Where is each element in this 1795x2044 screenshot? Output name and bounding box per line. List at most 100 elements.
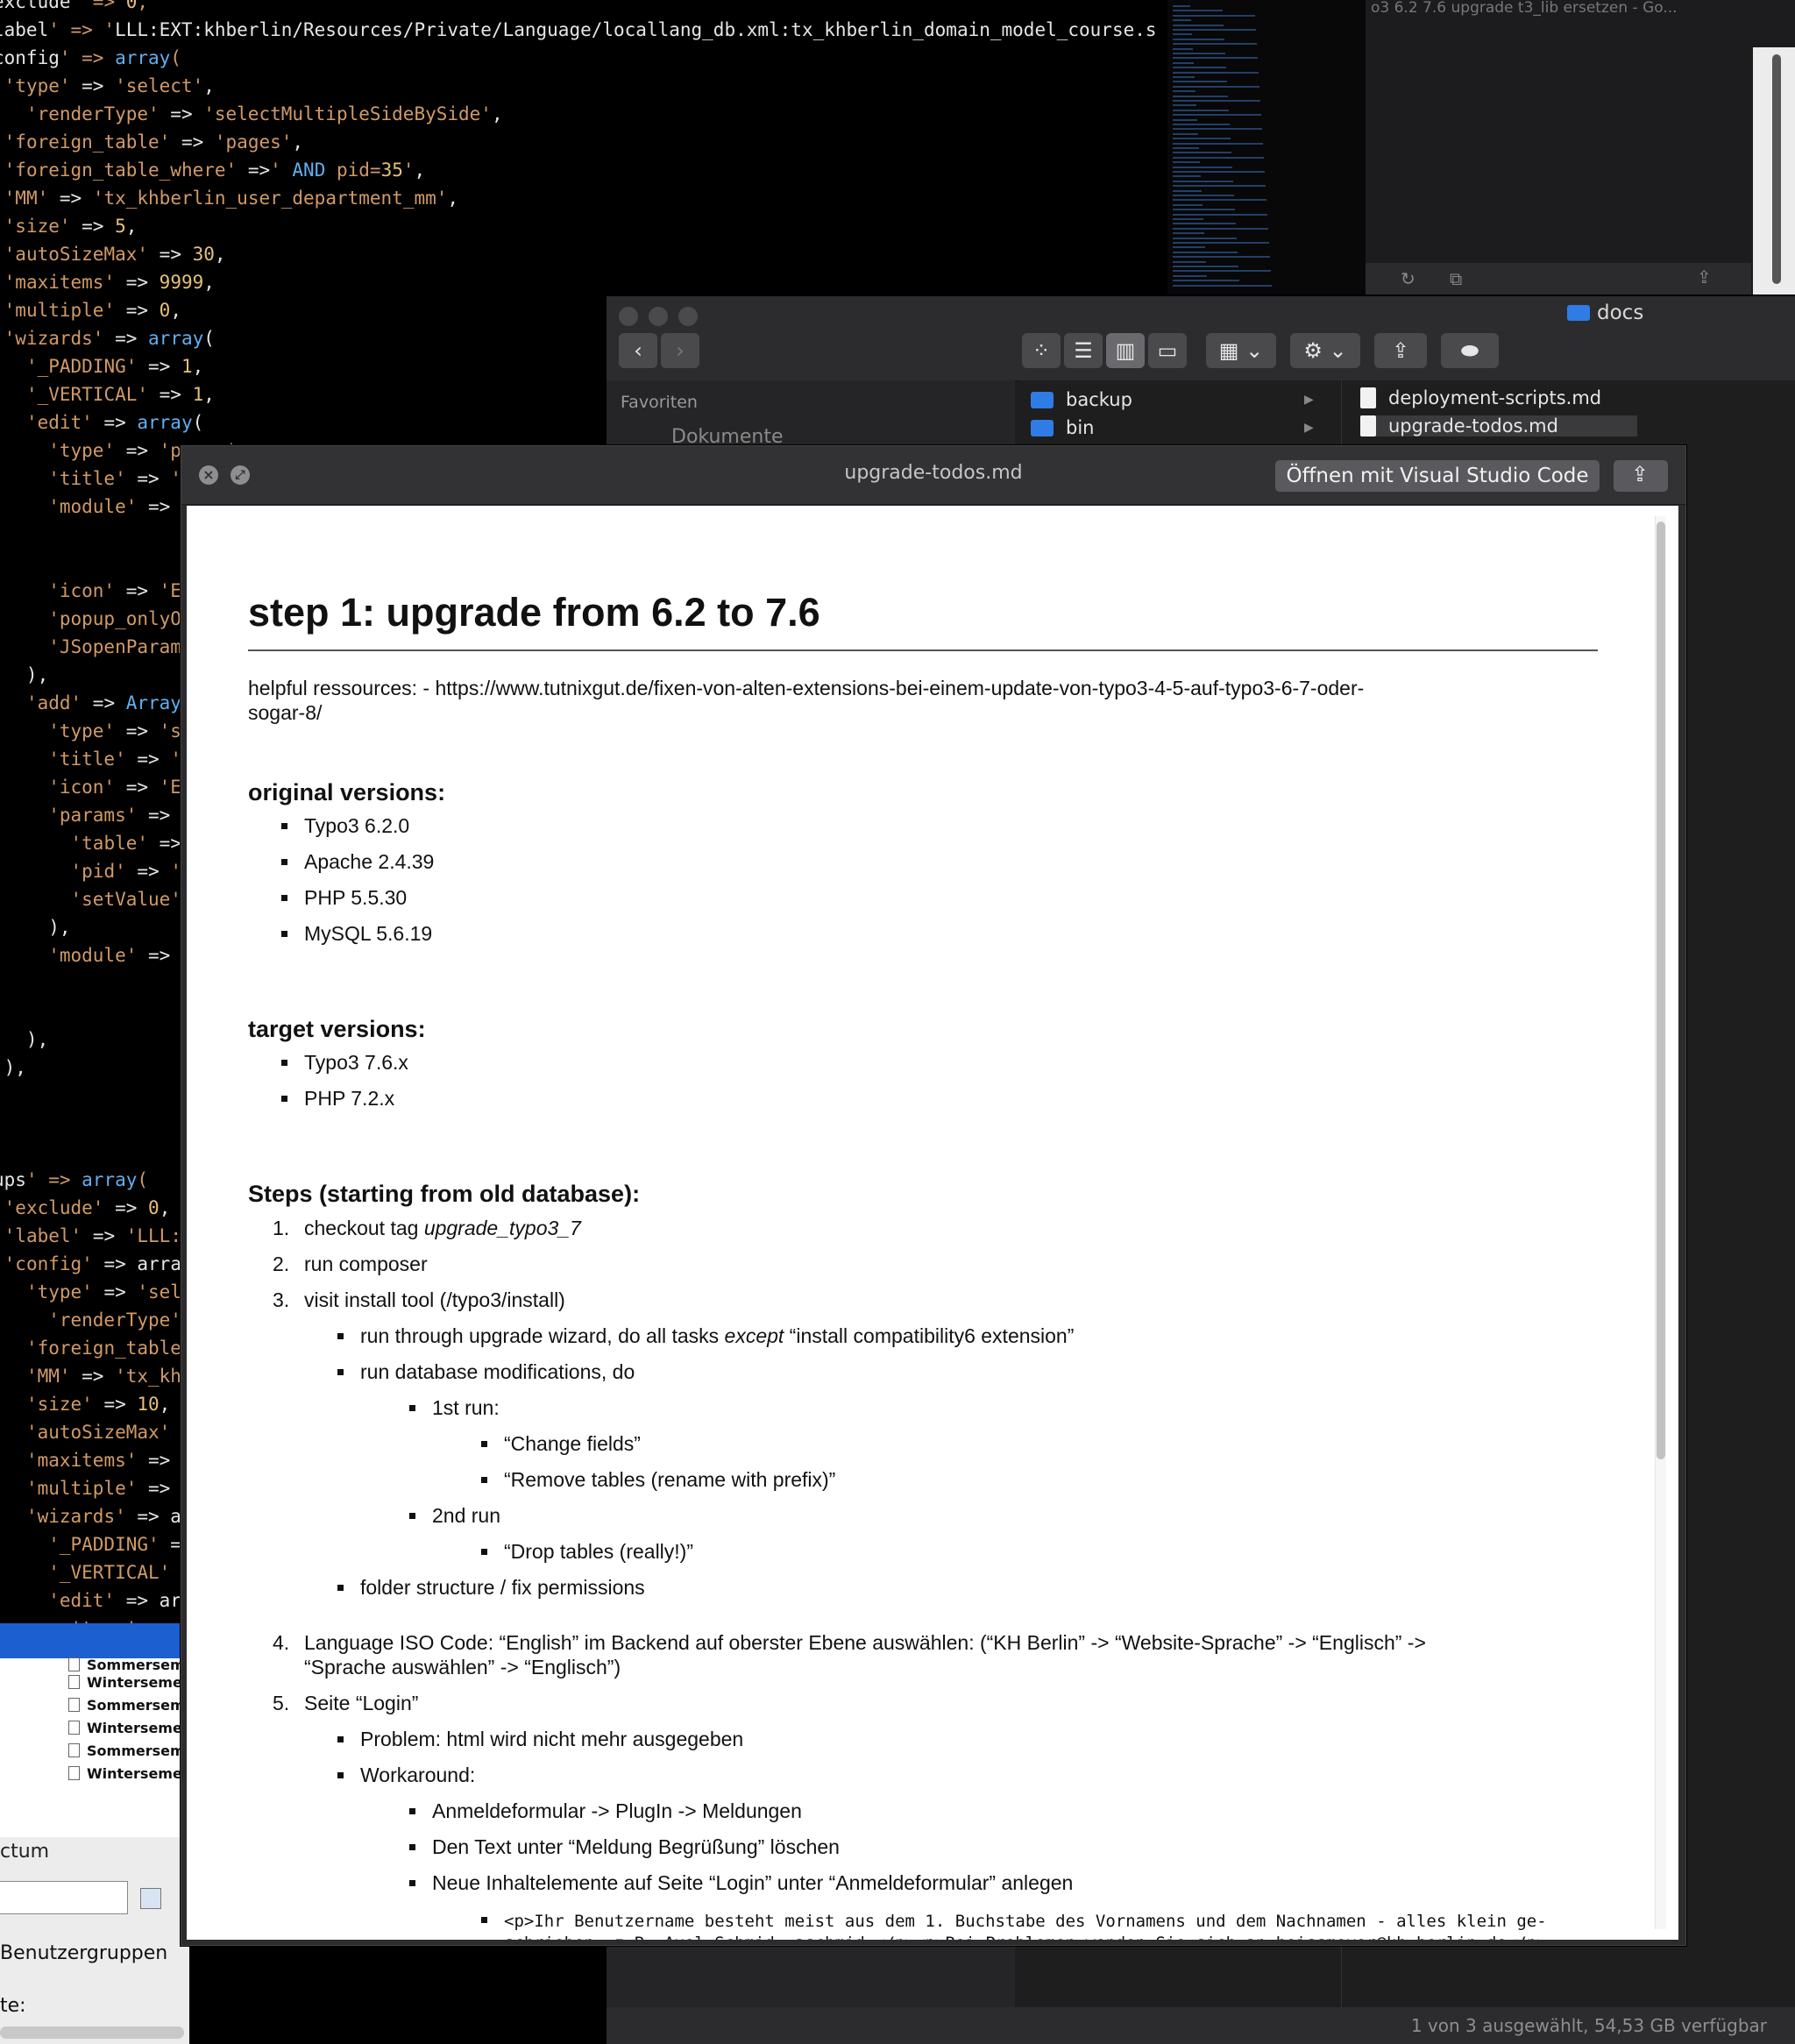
date-input[interactable] bbox=[0, 1881, 128, 1914]
minimap-line bbox=[1173, 43, 1257, 46]
finder-title-text: docs bbox=[1597, 302, 1644, 324]
share-icon[interactable]: ⇪ bbox=[1697, 266, 1712, 287]
file-item-selected[interactable]: upgrade-todos.md bbox=[1360, 415, 1637, 436]
minimap-line bbox=[1173, 218, 1203, 220]
minimap-line bbox=[1173, 147, 1199, 149]
quicklook-header: × ⤢ upgrade-todos.md Öffnen mit Visual S… bbox=[181, 446, 1685, 505]
heading-original-versions: original versions: bbox=[248, 779, 446, 806]
minimap-line bbox=[1173, 57, 1258, 60]
old-browser-window: Sommersemester Wintersemester Sommerseme… bbox=[0, 1623, 225, 2044]
minimap-line bbox=[1173, 100, 1260, 102]
minimap-line bbox=[1173, 180, 1233, 182]
semester-list[interactable]: Sommersemester Wintersemester Sommerseme… bbox=[0, 1657, 225, 1837]
finder-toolbar: docs ‹ › ⁘ ☰ ▥ ▭ ▦ ⌄ ⚙ ⌄ ⇪ ⬬ bbox=[607, 296, 1795, 381]
heading-rule bbox=[248, 649, 1598, 651]
code-continuation: schrieben, z.B. Axel Schmid: aschmid.</p… bbox=[504, 1931, 1547, 1940]
list-view-button[interactable]: ☰ bbox=[1064, 333, 1103, 368]
minimap-line bbox=[1173, 142, 1263, 145]
list-item: Den Text unter “Meldung Begrüßung” lösch… bbox=[409, 1835, 840, 1859]
minimap-line bbox=[1173, 118, 1197, 121]
reload-icon[interactable]: ↻ bbox=[1401, 268, 1415, 289]
file-name: upgrade-todos.md bbox=[1388, 415, 1558, 436]
list-item: run database modifications, do bbox=[337, 1360, 635, 1384]
zoom-window-button[interactable] bbox=[678, 307, 698, 326]
vertical-scrollbar[interactable] bbox=[1655, 516, 1666, 1929]
group-button[interactable]: ▦ ⌄ bbox=[1206, 333, 1276, 368]
calendar-icon[interactable] bbox=[140, 1888, 161, 1909]
minimap-line bbox=[1173, 227, 1268, 230]
icon-view-button[interactable]: ⁘ bbox=[1022, 333, 1061, 368]
browser-window: o3 6.2 7.6 upgrade t3_lib ersetzen - Go.… bbox=[1366, 0, 1795, 295]
column-view-button[interactable]: ▥ bbox=[1106, 333, 1145, 368]
minimap-line bbox=[1173, 128, 1262, 131]
tabs-icon[interactable]: ⧉ bbox=[1450, 268, 1462, 289]
helpful-resources-line: sogar-8/ bbox=[248, 701, 323, 724]
minimap-line bbox=[1173, 223, 1236, 225]
folder-item-backup[interactable]: backup bbox=[1031, 389, 1132, 410]
minimap-line bbox=[1173, 14, 1255, 17]
minimap-line bbox=[1173, 284, 1272, 287]
finder-title: docs bbox=[1567, 302, 1643, 324]
minimap-line bbox=[1173, 19, 1191, 22]
list-item: 3. visit install tool (/typo3/install) bbox=[273, 1288, 565, 1311]
list-item: 1. checkout tag upgrade_typo3_7 bbox=[273, 1217, 581, 1239]
minimap-line bbox=[1173, 38, 1224, 40]
back-button[interactable]: ‹ bbox=[619, 333, 657, 368]
minimap-line bbox=[1173, 195, 1234, 196]
list-item: “Remove tables (rename with prefix)” bbox=[481, 1468, 835, 1492]
list-item: “Drop tables (really!)” bbox=[481, 1540, 693, 1564]
editor-minimap[interactable] bbox=[1167, 0, 1366, 295]
close-window-button[interactable] bbox=[619, 307, 638, 326]
gallery-view-button[interactable]: ▭ bbox=[1148, 333, 1187, 368]
minimap-line bbox=[1173, 189, 1202, 192]
minimap-line bbox=[1173, 10, 1223, 12]
disclosure-arrow-icon: ▶ bbox=[1304, 393, 1314, 407]
share-button[interactable]: ⇪ bbox=[1374, 333, 1427, 368]
minimap-line bbox=[1173, 213, 1267, 216]
field-label: te: bbox=[0, 1995, 26, 2017]
doc-heading-1: step 1: upgrade from 6.2 to 7.6 bbox=[248, 590, 820, 635]
open-with-button[interactable]: Öffnen mit Visual Studio Code bbox=[1275, 460, 1600, 492]
browser-tab-title[interactable]: o3 6.2 7.6 upgrade t3_lib ersetzen - Go.… bbox=[1366, 0, 1795, 19]
browser-scrollbar[interactable] bbox=[1753, 47, 1795, 295]
browser-toolbar: ↻ ⧉ ⇪ bbox=[1366, 263, 1751, 295]
minimap-line bbox=[1173, 161, 1200, 164]
file-icon bbox=[1360, 387, 1376, 408]
folder-name: backup bbox=[1066, 389, 1132, 410]
minimap-line bbox=[1173, 203, 1203, 206]
scroll-thumb[interactable] bbox=[1657, 522, 1665, 1459]
list-item: run through upgrade wizard, do all tasks… bbox=[337, 1324, 1074, 1348]
minimap-line bbox=[1173, 114, 1261, 117]
selected-row-highlight bbox=[0, 1623, 189, 1658]
markdown-preview[interactable]: step 1: upgrade from 6.2 to 7.6 helpful … bbox=[187, 506, 1678, 1940]
file-item[interactable]: deployment-scripts.md bbox=[1360, 387, 1601, 408]
minimap-line bbox=[1173, 185, 1266, 188]
minimap-line bbox=[1173, 95, 1228, 97]
minimap-line bbox=[1173, 156, 1264, 159]
minimap-line bbox=[1173, 47, 1193, 50]
tag-button[interactable]: ⬬ bbox=[1441, 333, 1499, 368]
gear-icon[interactable]: ⚙ ⌄ bbox=[1290, 333, 1360, 368]
minimap-line bbox=[1173, 280, 1239, 282]
folder-item-bin[interactable]: bin bbox=[1031, 417, 1094, 438]
minimap-line bbox=[1173, 232, 1204, 235]
file-name: deployment-scripts.md bbox=[1388, 387, 1602, 408]
minimap-line bbox=[1173, 166, 1232, 168]
share-icon[interactable]: ⇪ bbox=[1614, 460, 1668, 492]
minimap-line bbox=[1173, 24, 1224, 26]
file-icon bbox=[1360, 415, 1376, 436]
minimap-line bbox=[1173, 5, 1190, 7]
quicklook-window: × ⤢ upgrade-todos.md Öffnen mit Visual S… bbox=[181, 445, 1686, 1946]
forward-button[interactable]: › bbox=[661, 333, 699, 368]
minimap-line bbox=[1173, 256, 1270, 259]
minimap-line bbox=[1173, 251, 1238, 253]
horizontal-scrollbar[interactable] bbox=[0, 2026, 184, 2039]
list-item: Typo3 6.2.0 bbox=[281, 814, 409, 838]
minimap-line bbox=[1173, 33, 1192, 36]
minimize-window-button[interactable] bbox=[649, 307, 668, 326]
field-label: ctum bbox=[0, 1841, 50, 1863]
minimap-line bbox=[1173, 260, 1206, 263]
finder-status-bar: 1 von 3 ausgewählt, 54,53 GB verfügbar bbox=[607, 2007, 1795, 2044]
field-label: Benutzergruppen bbox=[0, 1942, 168, 1964]
minimap-line bbox=[1173, 90, 1195, 93]
